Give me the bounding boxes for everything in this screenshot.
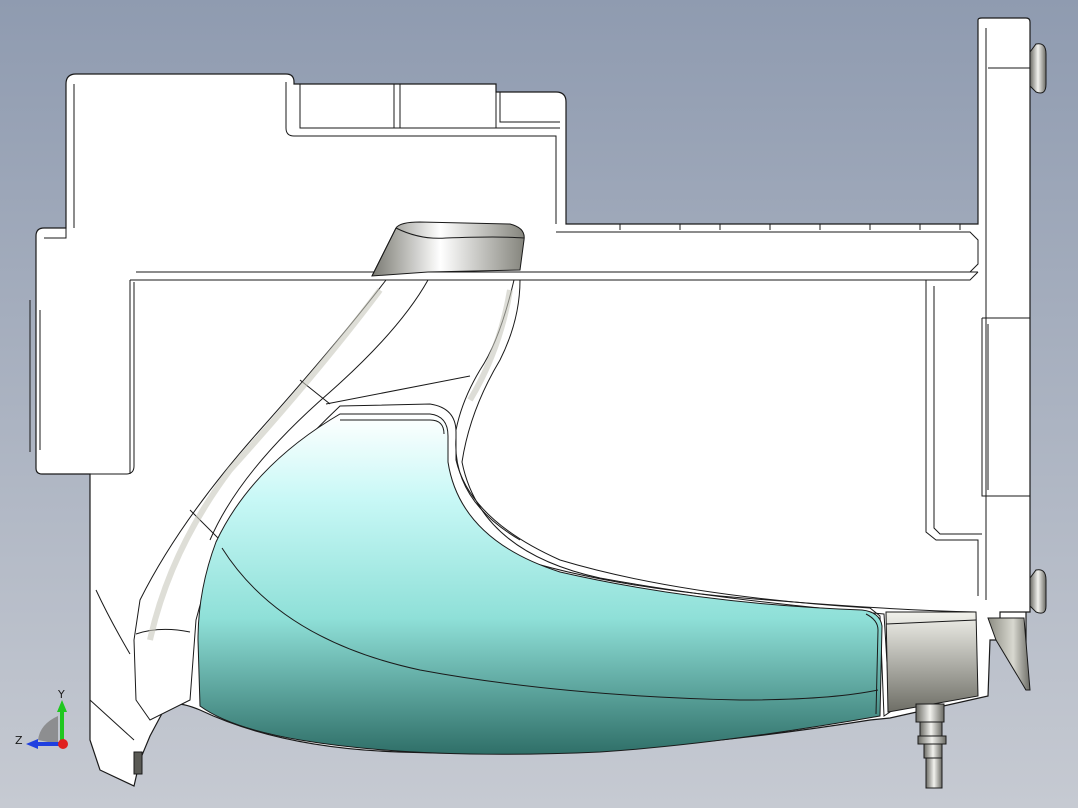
bolt-bottom-icon[interactable] — [1029, 569, 1047, 614]
x-axis-dot-icon — [58, 739, 68, 749]
triad-y-label: Y — [57, 688, 65, 701]
triad-plane — [38, 716, 58, 744]
z-arrow-icon — [26, 739, 38, 749]
inlet-tube[interactable] — [371, 221, 525, 277]
left-tab — [133, 751, 143, 775]
bolt-top-icon[interactable] — [1029, 43, 1047, 94]
triad-z-label: Z — [15, 734, 23, 747]
drain-connector[interactable] — [915, 703, 947, 789]
right-flange[interactable] — [987, 617, 1031, 691]
cad-graphics-viewport[interactable]: Y Z — [0, 0, 1078, 808]
model-view[interactable]: Y Z — [0, 0, 1078, 808]
view-orientation-triad[interactable]: Y Z — [15, 688, 68, 749]
bottom-right-face[interactable] — [885, 611, 979, 713]
y-arrow-icon — [57, 700, 67, 712]
